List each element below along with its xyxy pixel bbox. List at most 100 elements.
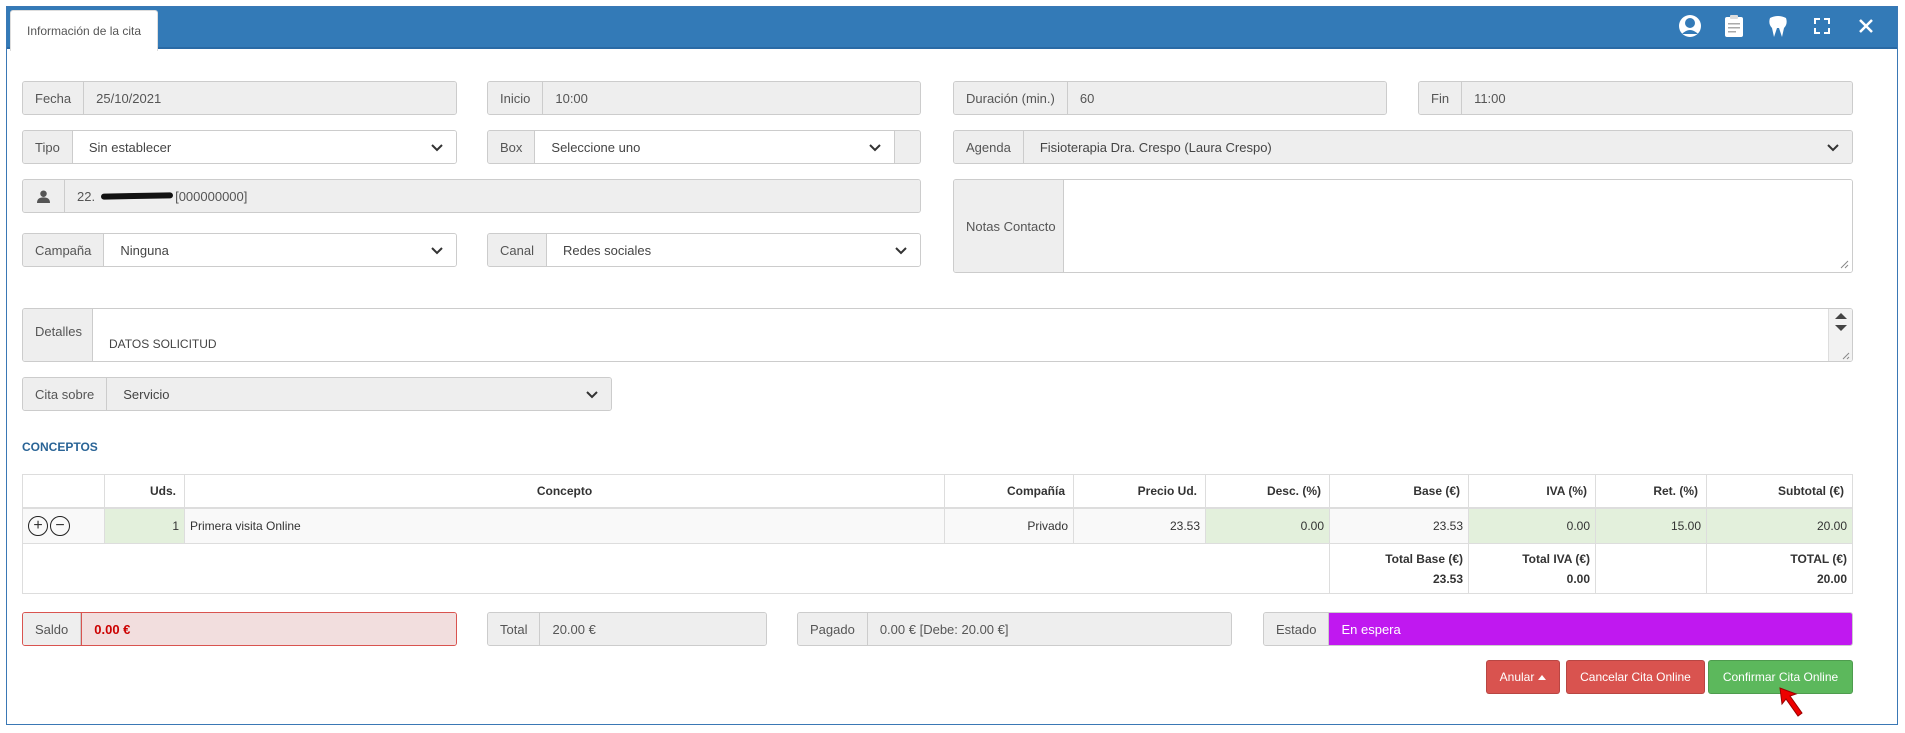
- estado-label: Estado: [1264, 613, 1330, 645]
- campana-selected: Ninguna: [120, 242, 169, 258]
- col-compania: Compañía: [944, 474, 1074, 509]
- totals-row: Total Base (€) 23.53 Total IVA (€) 0.00 TO…: [22, 543, 1853, 594]
- fin-field: Fin 11:00: [1418, 81, 1853, 115]
- scroll-arrows-icon: [1835, 313, 1850, 360]
- close-icon[interactable]: [1853, 13, 1879, 39]
- detalles-label: Detalles: [23, 309, 93, 361]
- chevron-down-icon: [431, 247, 443, 255]
- header-icons: [1677, 13, 1879, 39]
- patient-field: 22. [000000000]: [22, 179, 921, 213]
- agenda-selected: Fisioterapia Dra. Crespo (Laura Crespo): [1039, 139, 1272, 155]
- campana-field: Campaña Ninguna: [22, 233, 457, 267]
- detalles-line: DATOS SOLICITUD: [109, 337, 217, 351]
- add-row-icon[interactable]: +: [28, 515, 48, 536]
- duracion-label: Duración (min.): [954, 82, 1068, 114]
- notas-textarea[interactable]: [1064, 180, 1852, 272]
- detalles-scrollbar[interactable]: [1828, 309, 1852, 361]
- tipo-label: Tipo: [23, 131, 73, 163]
- total-iva-label: Total IVA (€): [1522, 551, 1590, 566]
- modal-header: Información de la cita: [7, 7, 1897, 51]
- pagado-label: Pagado: [798, 613, 868, 645]
- box-field: Box Seleccione uno: [487, 130, 921, 164]
- total-grand: TOTAL (€) 20.00: [1706, 543, 1853, 594]
- cell-ret[interactable]: 15.00: [1595, 507, 1707, 544]
- cita-sobre-field: Cita sobre Servicio: [22, 377, 612, 411]
- cancelar-cita-button[interactable]: Cancelar Cita Online: [1566, 660, 1705, 694]
- tipo-field: Tipo Sin establecer: [22, 130, 457, 164]
- box-addon-button[interactable]: [894, 131, 920, 163]
- total-grand-value: 20.00: [1816, 571, 1847, 586]
- agenda-label: Agenda: [954, 131, 1024, 163]
- table-row: + − 1 Primera visita Online Privado 23.53…: [22, 507, 1853, 544]
- agenda-select[interactable]: Fisioterapia Dra. Crespo (Laura Crespo): [1023, 131, 1852, 163]
- canal-selected: Redes sociales: [562, 242, 652, 258]
- total-iva: Total IVA (€) 0.00: [1468, 543, 1596, 594]
- inicio-field: Inicio 10:00: [487, 81, 921, 115]
- cell-desc[interactable]: 0.00: [1205, 507, 1330, 544]
- cell-subtotal[interactable]: 20.00: [1706, 507, 1853, 544]
- box-select[interactable]: Seleccione uno: [535, 131, 894, 163]
- chevron-down-icon: [895, 247, 907, 255]
- col-base: Base (€): [1329, 474, 1469, 509]
- col-uds: Uds.: [104, 474, 185, 509]
- detalles-field: Detalles DATOS SOLICITUD: [22, 308, 1853, 362]
- totals-spacer: [22, 543, 1330, 594]
- cita-sobre-label: Cita sobre: [23, 378, 108, 410]
- conceptos-table: Uds. Concepto Compañía Precio Ud. Desc. …: [22, 474, 1853, 594]
- tab-appointment-info[interactable]: Información de la cita: [10, 10, 159, 51]
- detalles-textarea[interactable]: DATOS SOLICITUD: [93, 309, 1852, 361]
- col-concepto: Concepto: [184, 474, 945, 509]
- canal-label: Canal: [488, 234, 547, 266]
- user-circle-icon[interactable]: [1677, 13, 1703, 39]
- total-base-value: 23.53: [1432, 571, 1463, 586]
- estado-field: Estado En espera: [1263, 612, 1853, 646]
- col-precio: Precio Ud.: [1073, 474, 1206, 509]
- fecha-value: 25/10/2021: [84, 82, 456, 114]
- cell-iva[interactable]: 0.00: [1468, 507, 1596, 544]
- inicio-label: Inicio: [488, 82, 544, 114]
- patient-prefix: 22.: [77, 188, 96, 204]
- inicio-value: 10:00: [543, 82, 920, 114]
- resize-grip-icon[interactable]: [1839, 259, 1849, 269]
- remove-row-icon[interactable]: −: [50, 515, 70, 536]
- tooth-icon[interactable]: [1765, 13, 1791, 39]
- total-ret-empty: [1595, 543, 1707, 594]
- total-value: 20.00 €: [540, 613, 766, 645]
- tipo-select[interactable]: Sin establecer: [72, 131, 456, 163]
- cell-base: 23.53: [1329, 507, 1469, 544]
- campana-select[interactable]: Ninguna: [104, 234, 456, 266]
- cita-sobre-select[interactable]: Servicio: [107, 378, 611, 410]
- duracion-value: 60: [1067, 82, 1386, 114]
- agenda-field: Agenda Fisioterapia Dra. Crespo (Laura C…: [953, 130, 1853, 164]
- saldo-label: Saldo: [23, 613, 82, 645]
- col-ret: Ret. (%): [1595, 474, 1707, 509]
- col-desc: Desc. (%): [1205, 474, 1330, 509]
- saldo-field: Saldo 0.00 €: [22, 612, 457, 646]
- clipboard-icon[interactable]: [1721, 13, 1747, 39]
- total-iva-value: 0.00: [1566, 571, 1590, 586]
- campana-label: Campaña: [23, 234, 105, 266]
- chevron-down-icon: [431, 144, 443, 152]
- fin-value: 11:00: [1462, 82, 1852, 114]
- notas-label: Notas Contacto: [954, 180, 1064, 272]
- patient-value[interactable]: 22. [000000000]: [65, 180, 920, 212]
- chevron-down-icon: [1827, 144, 1839, 152]
- patient-addon: [23, 180, 65, 212]
- chevron-down-icon: [869, 144, 881, 152]
- cell-compania: Privado: [944, 507, 1074, 544]
- fecha-label: Fecha: [23, 82, 85, 114]
- anular-button[interactable]: Anular: [1486, 660, 1560, 694]
- patient-suffix: [000000000]: [175, 188, 248, 204]
- cell-precio: 23.53: [1073, 507, 1206, 544]
- canal-select[interactable]: Redes sociales: [546, 234, 920, 266]
- cell-uds[interactable]: 1: [104, 507, 185, 544]
- pagado-field: Pagado 0.00 € [Debe: 20.00 €]: [797, 612, 1232, 646]
- total-label: Total: [488, 613, 541, 645]
- fecha-field: Fecha 25/10/2021: [22, 81, 457, 115]
- duracion-field: Duración (min.) 60: [953, 81, 1387, 115]
- expand-icon[interactable]: [1809, 13, 1835, 39]
- tipo-selected: Sin establecer: [88, 139, 172, 155]
- redacted-name: [101, 192, 174, 200]
- total-base-label: Total Base (€): [1385, 551, 1463, 566]
- anular-label: Anular: [1499, 670, 1535, 684]
